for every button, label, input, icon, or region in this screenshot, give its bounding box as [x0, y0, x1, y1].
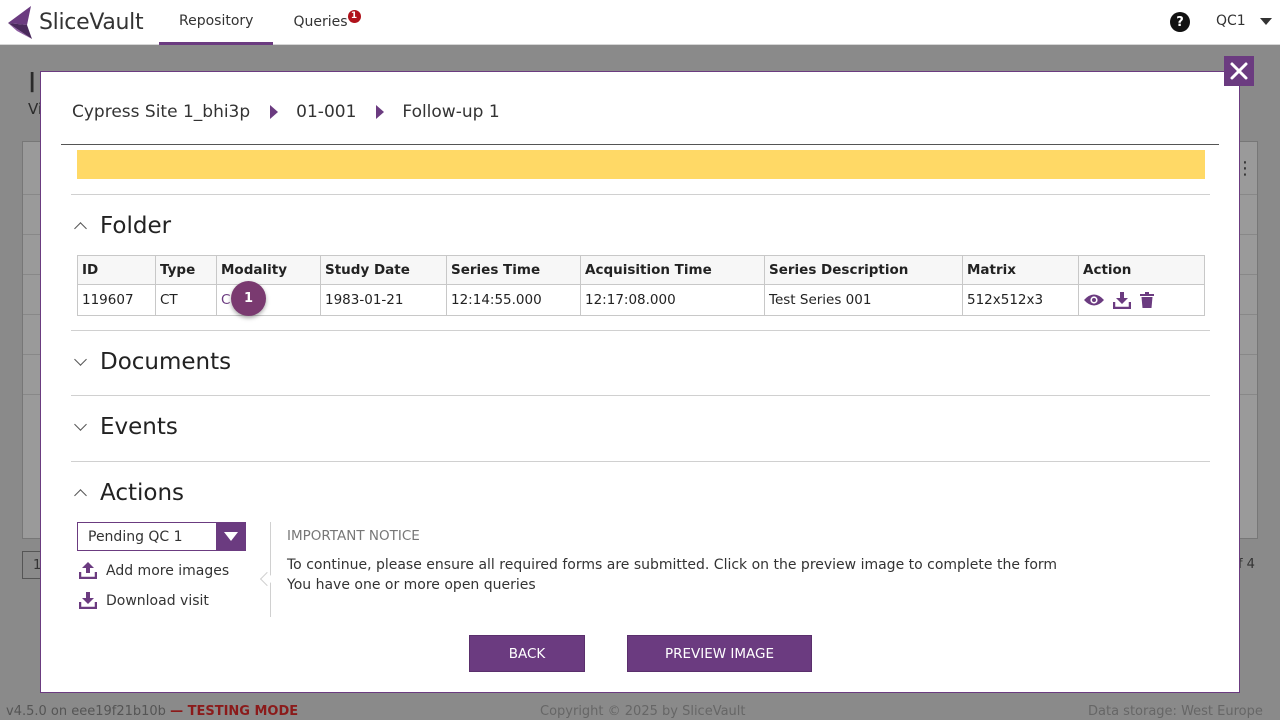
section-actions-header[interactable]: Actions: [74, 480, 185, 506]
section-folder-header[interactable]: Folder: [74, 213, 172, 239]
col-id: ID: [77, 255, 156, 285]
section-events-header[interactable]: Events: [74, 414, 178, 440]
add-more-images-label: Add more images: [106, 562, 230, 579]
cell-matrix: 512x512x3: [962, 284, 1079, 316]
section-divider: [71, 330, 1210, 331]
section-folder-title: Folder: [100, 213, 172, 239]
top-navbar: SliceVault Repository Queries 1: [0, 0, 1280, 45]
background-pager-page: 1: [22, 551, 42, 579]
col-series-description: Series Description: [764, 255, 963, 285]
caret-right-icon: [270, 105, 279, 119]
user-name: QC1: [1216, 13, 1246, 29]
background-page-title: I: [28, 66, 37, 99]
question-circle-icon[interactable]: ?: [1170, 12, 1190, 32]
cell-action: [1078, 284, 1205, 316]
section-divider: [71, 395, 1210, 396]
col-acquisition-time: Acquisition Time: [580, 255, 765, 285]
chevron-up-icon: [74, 489, 87, 502]
cell-acquisition-time: 12:17:08.000: [580, 284, 765, 316]
breadcrumb: Cypress Site 1_bhi3p 01-001 Follow-up 1: [72, 102, 500, 122]
visit-modal: Cypress Site 1_bhi3p 01-001 Follow-up 1 …: [40, 71, 1240, 693]
download-icon: [79, 592, 97, 609]
tab-repository-label: Repository: [179, 12, 254, 29]
breadcrumb-site[interactable]: Cypress Site 1_bhi3p: [72, 102, 250, 122]
chevron-down-icon: [74, 353, 87, 366]
notice-pointer: [259, 571, 275, 587]
tab-repository[interactable]: Repository: [159, 0, 274, 45]
cell-series-description: Test Series 001: [764, 284, 963, 316]
col-matrix: Matrix: [962, 255, 1079, 285]
caret-right-icon: [376, 105, 385, 119]
qc-status-value: Pending QC 1: [88, 528, 183, 545]
queries-count-badge: 1: [347, 9, 361, 23]
section-actions-title: Actions: [100, 480, 185, 506]
section-documents-header[interactable]: Documents: [74, 349, 232, 375]
cell-series-time: 12:14:55.000: [446, 284, 581, 316]
user-menu[interactable]: QC1: [1216, 13, 1272, 29]
modality-link[interactable]: C: [221, 292, 230, 308]
footer-storage: Data storage: West Europe: [1088, 704, 1263, 719]
section-divider: [71, 461, 1210, 462]
close-icon: [1230, 62, 1248, 80]
footer-version-text: v4.5.0 on eee19f21b10b: [6, 704, 166, 719]
close-modal-button[interactable]: [1224, 56, 1254, 86]
preview-image-button[interactable]: PREVIEW IMAGE: [627, 635, 812, 672]
eye-icon[interactable]: [1083, 293, 1105, 307]
tab-queries-label: Queries: [293, 14, 348, 30]
footer-copyright: Copyright © 2025 by SliceVault: [540, 704, 746, 719]
modal-header-divider: [61, 144, 1219, 145]
chevron-down-icon: [74, 418, 87, 431]
col-series-time: Series Time: [446, 255, 581, 285]
download-visit-label: Download visit: [106, 592, 209, 609]
back-button[interactable]: BACK: [469, 635, 585, 672]
cell-study-date: 1983-01-21: [320, 284, 447, 316]
tab-queries[interactable]: Queries 1: [273, 0, 367, 45]
alert-banner: [77, 150, 1205, 179]
slicevault-logo-icon: [8, 6, 32, 39]
footer-testing-mode: — TESTING MODE: [170, 704, 299, 719]
guide-step-marker[interactable]: 1: [231, 281, 266, 316]
cell-id: 119607: [77, 284, 156, 316]
notice-divider: [270, 522, 271, 617]
col-modality: Modality: [216, 255, 321, 285]
trash-icon[interactable]: [1139, 292, 1154, 308]
chevron-down-icon: [1259, 17, 1272, 25]
brand-logo[interactable]: SliceVault: [5, 3, 159, 41]
upload-icon: [79, 562, 97, 579]
breadcrumb-visit[interactable]: Follow-up 1: [402, 102, 499, 122]
notice-title: IMPORTANT NOTICE: [287, 528, 420, 544]
download-visit-link[interactable]: Download visit: [79, 592, 209, 609]
notice-line-forms: To continue, please ensure all required …: [287, 557, 1058, 573]
section-documents-title: Documents: [100, 349, 232, 375]
breadcrumb-subject[interactable]: 01-001: [296, 102, 356, 122]
brand-name: SliceVault: [39, 9, 144, 35]
footer-version: v4.5.0 on eee19f21b10b — TESTING MODE: [6, 704, 298, 719]
section-events-title: Events: [100, 414, 178, 440]
col-action: Action: [1078, 255, 1205, 285]
add-more-images-link[interactable]: Add more images: [79, 562, 229, 579]
col-type: Type: [155, 255, 217, 285]
download-icon[interactable]: [1113, 291, 1132, 309]
dropdown-arrow-icon[interactable]: [216, 523, 245, 550]
section-divider: [71, 194, 1210, 195]
notice-line-queries: You have one or more open queries: [287, 577, 536, 593]
qc-status-select[interactable]: Pending QC 1: [77, 522, 246, 551]
chevron-up-icon: [74, 222, 87, 235]
col-study-date: Study Date: [320, 255, 447, 285]
cell-type: CT: [155, 284, 217, 316]
